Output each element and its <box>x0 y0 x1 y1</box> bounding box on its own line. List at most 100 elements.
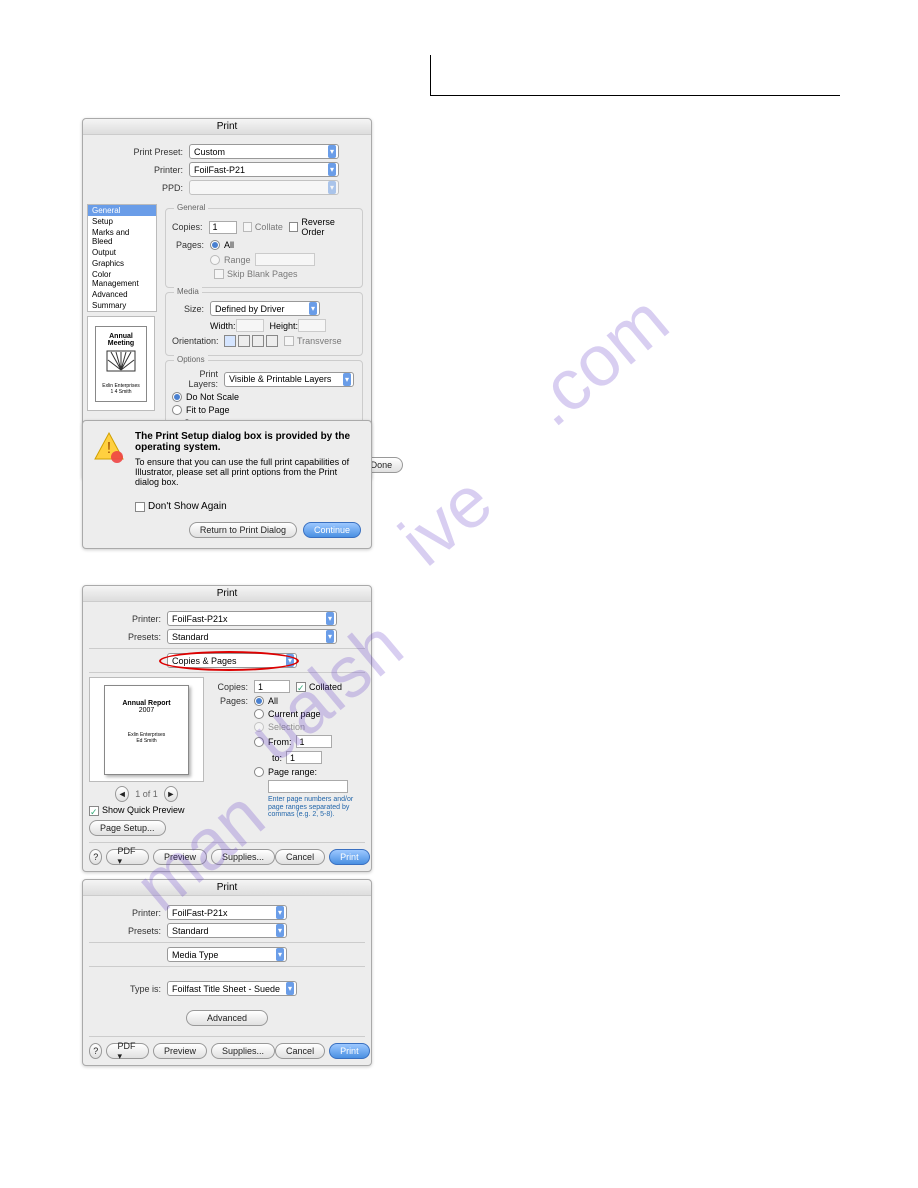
cancel-button[interactable]: Cancel <box>275 849 325 865</box>
ppd-label: PPD: <box>89 183 189 193</box>
reverse-checkbox[interactable] <box>289 222 298 232</box>
presets-value: Standard <box>172 926 209 936</box>
orient-portrait-icon[interactable] <box>224 335 236 347</box>
presets-select[interactable]: Standard <box>167 629 337 644</box>
pdf-button[interactable]: PDF ▾ <box>106 849 149 865</box>
layers-value: Visible & Printable Layers <box>229 374 331 384</box>
noscale-label: Do Not Scale <box>186 392 239 402</box>
presets-label: Presets: <box>89 926 167 936</box>
preview-button[interactable]: Preview <box>153 1043 207 1059</box>
supplies-button[interactable]: Supplies... <box>211 849 275 865</box>
from-input[interactable] <box>296 735 332 748</box>
current-radio[interactable] <box>254 709 264 719</box>
copies-input[interactable] <box>209 221 237 234</box>
fit-radio[interactable] <box>172 405 182 415</box>
current-label: Current page <box>268 709 321 719</box>
quick-preview-checkbox[interactable] <box>89 806 99 816</box>
skip-checkbox <box>214 269 224 279</box>
sidebar-item-output[interactable]: Output <box>88 247 156 258</box>
orient-rev-portrait-icon[interactable] <box>252 335 264 347</box>
collate-checkbox <box>243 222 252 232</box>
supplies-button[interactable]: Supplies... <box>211 1043 275 1059</box>
help-button[interactable]: ? <box>89 849 102 865</box>
from-radio[interactable] <box>254 737 264 747</box>
watermark-text: ive <box>384 460 507 582</box>
pane-select[interactable]: Copies & Pages <box>167 653 297 668</box>
printer-label: Printer: <box>89 165 189 175</box>
printer-value: FoilFast-P21x <box>172 908 228 918</box>
preview-title-1: Annual <box>102 333 140 340</box>
prev-page-button[interactable]: ◄ <box>115 786 129 802</box>
print-button[interactable]: Print <box>329 1043 370 1059</box>
sidebar-item-marks[interactable]: Marks and Bleed <box>88 227 156 247</box>
pagerange-input[interactable] <box>268 780 348 793</box>
range-radio <box>210 255 220 265</box>
general-legend: General <box>174 203 208 212</box>
pagerange-hint: Enter page numbers and/or page ranges se… <box>268 796 365 819</box>
sidebar-item-advanced[interactable]: Advanced <box>88 289 156 300</box>
page-setup-button[interactable]: Page Setup... <box>89 820 166 836</box>
sidebar-item-summary[interactable]: Summary <box>88 300 156 311</box>
return-button[interactable]: Return to Print Dialog <box>189 522 297 538</box>
sidebar-item-graphics[interactable]: Graphics <box>88 258 156 269</box>
skip-label: Skip Blank Pages <box>227 269 298 279</box>
quick-preview-label: Show Quick Preview <box>102 805 185 815</box>
pane-value: Copies & Pages <box>172 656 237 666</box>
print-preview: Annual Report 2007 Exlin Enterprises Ed … <box>89 677 204 782</box>
cancel-button[interactable]: Cancel <box>275 1043 325 1059</box>
sidebar-item-general[interactable]: General <box>88 205 156 216</box>
all-radio[interactable] <box>254 696 264 706</box>
presets-select[interactable]: Standard <box>167 923 287 938</box>
range-label: Range <box>224 255 251 265</box>
orient-rev-landscape-icon[interactable] <box>266 335 278 347</box>
noscale-radio[interactable] <box>172 392 182 402</box>
media-fieldset: Media Size: Defined by Driver Width: Hei… <box>165 292 363 356</box>
sidebar-item-color[interactable]: Color Management <box>88 269 156 289</box>
from-label: From: <box>268 737 292 747</box>
pdf-button[interactable]: PDF ▾ <box>106 1043 149 1059</box>
printer-value: FoilFast-P21 <box>194 165 245 175</box>
printer-value: FoilFast-P21x <box>172 614 228 624</box>
sidebar-item-setup[interactable]: Setup <box>88 216 156 227</box>
to-input[interactable] <box>286 751 322 764</box>
presets-value: Standard <box>172 632 209 642</box>
collate-label: Collate <box>255 222 283 232</box>
dont-show-checkbox[interactable] <box>135 502 145 512</box>
advanced-button[interactable]: Advanced <box>186 1010 268 1026</box>
orient-label: Orientation: <box>172 336 224 346</box>
pages-label: Pages: <box>172 240 210 250</box>
pagerange-radio[interactable] <box>254 767 264 777</box>
header-vline <box>430 55 431 95</box>
next-page-button[interactable]: ► <box>164 786 178 802</box>
selection-label: Selection <box>268 722 305 732</box>
all-radio[interactable] <box>210 240 220 250</box>
print-preset-select[interactable]: Custom <box>189 144 339 159</box>
copies-label: Copies: <box>210 682 254 692</box>
printer-select[interactable]: FoilFast-P21x <box>167 905 287 920</box>
print-dialog-mac: Print Printer: FoilFast-P21x Presets: St… <box>82 585 372 872</box>
collated-checkbox[interactable] <box>296 682 306 692</box>
preview-title-2: Meeting <box>102 340 140 347</box>
preview-button[interactable]: Preview <box>153 849 207 865</box>
svg-text:!: ! <box>107 440 111 457</box>
pages-label: Pages: <box>210 696 254 706</box>
size-select[interactable]: Defined by Driver <box>210 301 320 316</box>
size-label: Size: <box>172 304 210 314</box>
all-label: All <box>224 240 234 250</box>
media-type-select[interactable]: Foilfast Title Sheet - Suede <box>167 981 297 996</box>
media-type-value: Foilfast Title Sheet - Suede <box>172 984 280 994</box>
printer-select[interactable]: FoilFast-P21 <box>189 162 339 177</box>
print-button[interactable]: Print <box>329 849 370 865</box>
height-label: Height: <box>270 321 299 331</box>
layers-select[interactable]: Visible & Printable Layers <box>224 372 354 387</box>
help-button[interactable]: ? <box>89 1043 102 1059</box>
preview-footer-2: 1 4 Smith <box>102 389 140 395</box>
copies-input[interactable] <box>254 680 290 693</box>
printer-select[interactable]: FoilFast-P21x <box>167 611 337 626</box>
type-label: Type is: <box>89 984 167 994</box>
continue-button[interactable]: Continue <box>303 522 361 538</box>
orient-landscape-icon[interactable] <box>238 335 250 347</box>
dialog-title: Print <box>83 586 371 602</box>
pane-select[interactable]: Media Type <box>167 947 287 962</box>
transverse-label: Transverse <box>297 336 342 346</box>
